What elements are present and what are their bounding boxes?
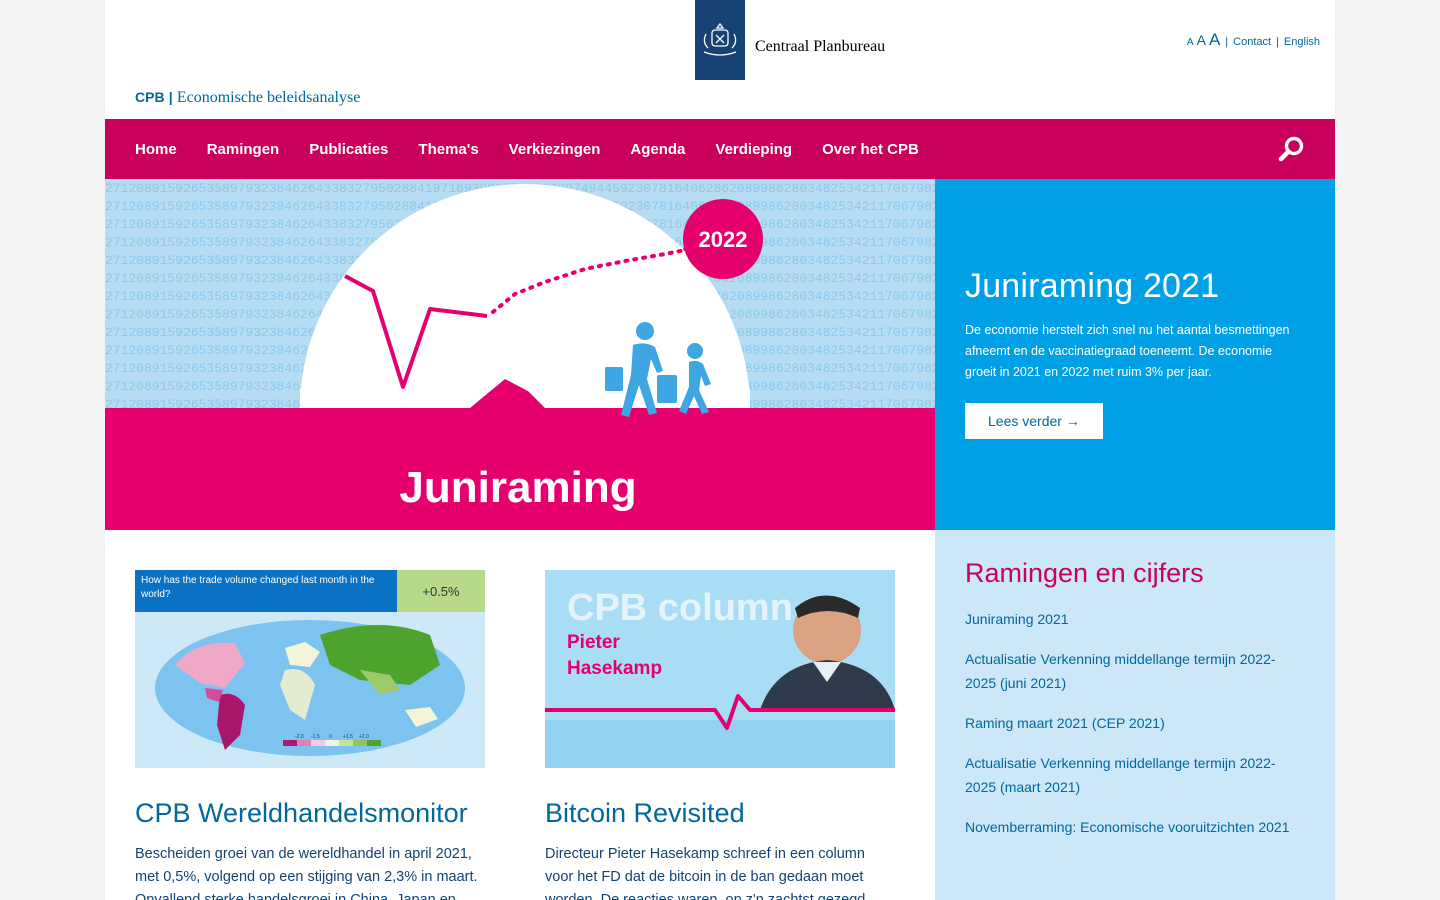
legend-label: 0 <box>329 734 332 740</box>
content-area: How has the trade volume changed last mo… <box>105 530 1335 900</box>
site-header: Centraal Planbureau A A A | Contact | En… <box>105 0 1335 119</box>
brand-divider: | <box>168 89 173 105</box>
font-size-small-link[interactable]: A <box>1187 37 1194 48</box>
legend-label: +2.0 <box>359 734 369 740</box>
page: Centraal Planbureau A A A | Contact | En… <box>105 0 1335 900</box>
nav-item-verdieping[interactable]: Verdieping <box>715 141 792 158</box>
sidebar-link[interactable]: Actualisatie Verkenning middellange term… <box>965 647 1305 695</box>
trade-monitor-value: +0.5% <box>422 584 460 599</box>
main-nav: Home Ramingen Publicaties Thema's Verkie… <box>105 119 1335 179</box>
english-link[interactable]: English <box>1284 36 1320 48</box>
trade-monitor-image[interactable]: How has the trade volume changed last mo… <box>135 570 485 768</box>
legend-label: +1.5 <box>343 734 353 740</box>
card-text: Directeur Pieter Hasekamp schreef in een… <box>545 846 866 900</box>
column-image[interactable]: CPB column Pieter Hasekamp <box>545 570 895 768</box>
org-name[interactable]: Centraal Planbureau <box>755 38 885 56</box>
legend-label: -2.0 <box>295 734 304 740</box>
trade-monitor-question: How has the trade volume changed last mo… <box>141 575 375 600</box>
site-brand[interactable]: CPB | Economische beleidsanalyse <box>135 89 360 107</box>
nav-item-verkiezingen[interactable]: Verkiezingen <box>509 141 601 158</box>
hero: 2712089159265358979323846264338327950288… <box>105 179 1335 530</box>
divider: | <box>1276 36 1279 48</box>
sidebar-link[interactable]: Actualisatie Verkenning middellange term… <box>965 751 1305 799</box>
nav-item-publicaties[interactable]: Publicaties <box>309 141 388 158</box>
nav-item-ramingen[interactable]: Ramingen <box>207 141 280 158</box>
utility-links: A A A | Contact | English <box>1187 30 1320 50</box>
search-icon[interactable] <box>1277 135 1305 163</box>
sidebar-link[interactable]: Novemberraming: Economische vooruitzicht… <box>965 815 1305 839</box>
hero-text: De economie herstelt zich snel nu het aa… <box>965 323 1290 379</box>
coat-of-arms-icon[interactable] <box>695 0 745 80</box>
card-title[interactable]: CPB Wereldhandelsmonitor <box>135 798 485 829</box>
brand-tagline: Economische beleidsanalyse <box>176 89 361 106</box>
forecast-sidebar: Ramingen en cijfers Juniraming 2021 Actu… <box>935 530 1335 900</box>
card-title[interactable]: Bitcoin Revisited <box>545 798 895 829</box>
read-more-button[interactable]: Lees verder → <box>965 403 1103 439</box>
news-card: How has the trade volume changed last mo… <box>135 570 485 900</box>
nav-item-over-het-cpb[interactable]: Over het CPB <box>822 141 919 158</box>
hero-image[interactable]: 2712089159265358979323846264338327950288… <box>105 179 935 530</box>
nav-item-agenda[interactable]: Agenda <box>630 141 685 158</box>
news-card: CPB column Pieter Hasekamp Bitcoin Revis… <box>545 570 895 900</box>
hero-title[interactable]: Juniraming 2021 <box>965 267 1305 306</box>
card-text: Bescheiden groei van de wereldhandel in … <box>135 846 478 900</box>
legend-label: -1.5 <box>311 734 320 740</box>
brand-short: CPB <box>135 89 165 105</box>
column-heading: CPB column <box>567 587 793 629</box>
hero-image-year: 2022 <box>699 227 748 252</box>
font-size-large-link[interactable]: A <box>1209 30 1220 50</box>
divider: | <box>1225 36 1229 48</box>
font-size-medium-link[interactable]: A <box>1197 32 1206 48</box>
sidebar-link[interactable]: Raming maart 2021 (CEP 2021) <box>965 711 1305 735</box>
hero-image-caption: Juniraming <box>399 463 636 512</box>
sidebar-link[interactable]: Juniraming 2021 <box>965 607 1305 631</box>
sidebar-title: Ramingen en cijfers <box>965 558 1204 588</box>
column-name-first: Pieter <box>567 632 620 653</box>
column-name-last: Hasekamp <box>567 658 662 679</box>
nav-item-themas[interactable]: Thema's <box>418 141 478 158</box>
contact-link[interactable]: Contact <box>1233 36 1271 48</box>
hero-panel: Juniraming 2021 De economie herstelt zic… <box>935 179 1335 530</box>
nav-item-home[interactable]: Home <box>135 141 177 158</box>
